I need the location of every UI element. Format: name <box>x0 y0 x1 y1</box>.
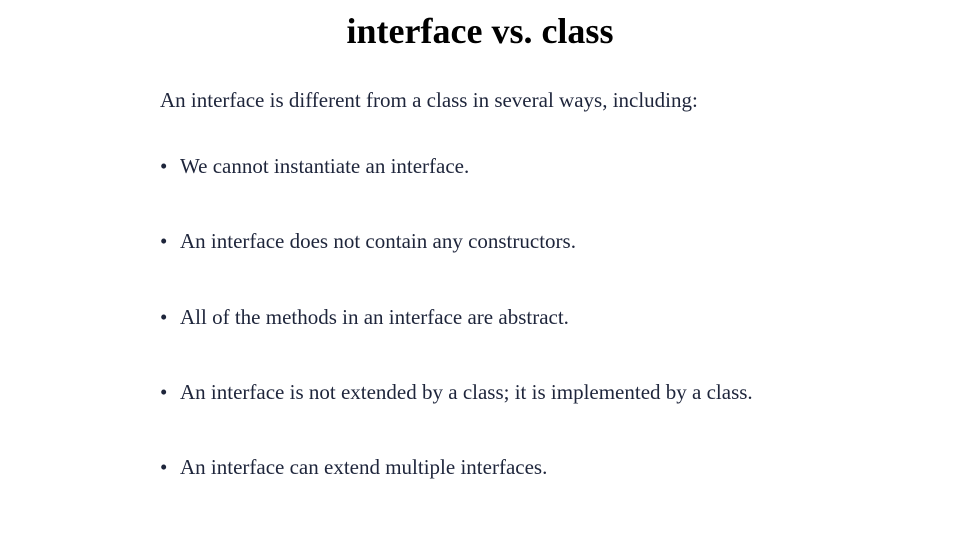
list-item: All of the methods in an interface are a… <box>160 304 840 331</box>
list-item: We cannot instantiate an interface. <box>160 153 840 180</box>
list-item: An interface can extend multiple interfa… <box>160 454 840 481</box>
bullet-list: We cannot instantiate an interface. An i… <box>160 153 840 481</box>
slide: interface vs. class An interface is diff… <box>0 0 960 540</box>
list-item: An interface is not extended by a class;… <box>160 379 840 406</box>
slide-title: interface vs. class <box>0 10 960 52</box>
intro-text: An interface is different from a class i… <box>160 88 840 113</box>
list-item: An interface does not contain any constr… <box>160 228 840 255</box>
slide-content: An interface is different from a class i… <box>160 88 840 529</box>
